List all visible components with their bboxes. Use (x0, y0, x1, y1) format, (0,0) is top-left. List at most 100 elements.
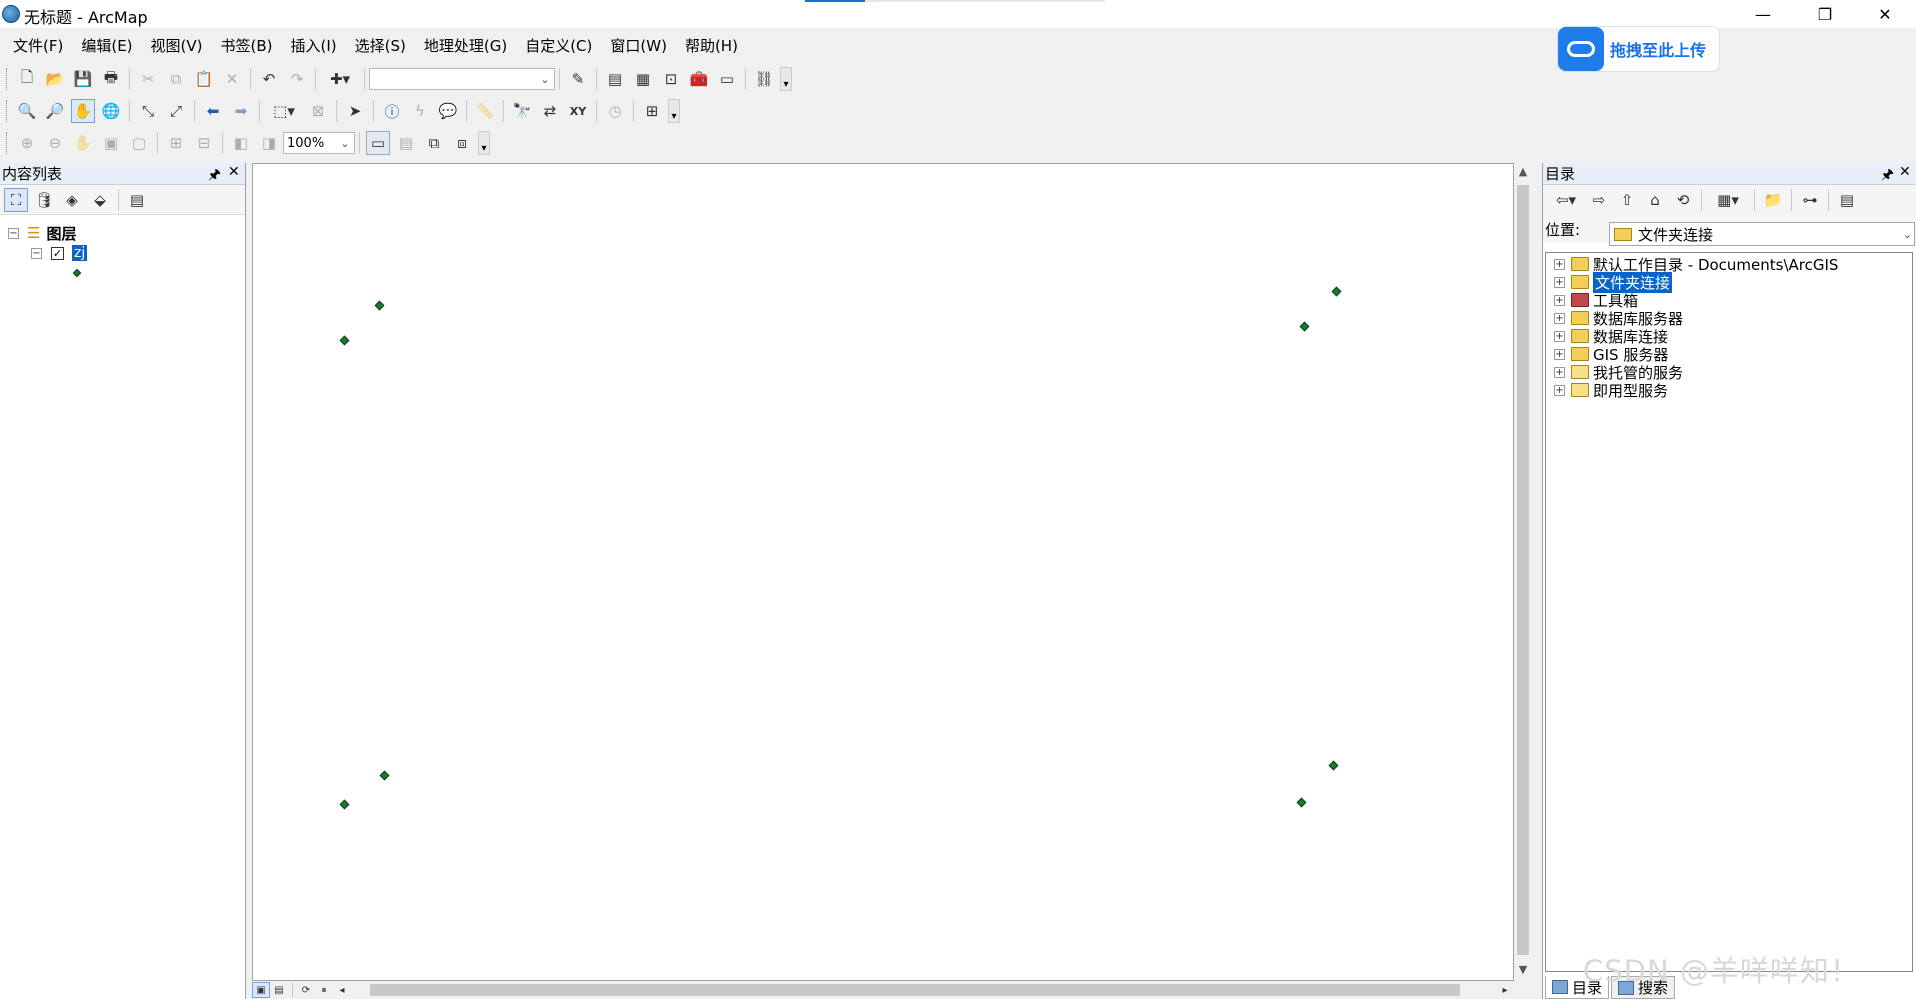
layer-name-label[interactable]: zj (72, 245, 88, 261)
layer-visibility-checkbox[interactable]: ✓ (51, 246, 64, 260)
zoom-in-icon[interactable]: 🔍 (15, 99, 39, 123)
paste-icon[interactable]: 📋 (192, 67, 216, 91)
expand-icon[interactable]: + (1554, 384, 1565, 396)
layout-zoom-in-icon[interactable]: ⊕ (15, 131, 39, 155)
menu-help[interactable]: 帮助(H) (676, 32, 747, 60)
map-point[interactable] (339, 335, 350, 346)
back-icon[interactable]: ⇦▾ (1549, 188, 1583, 212)
menu-insert[interactable]: 插入(I) (282, 32, 346, 60)
pin-icon[interactable]: 🖈 (208, 164, 221, 188)
menu-geoprocessing[interactable]: 地理处理(G) (415, 32, 516, 60)
zoom-100-icon[interactable]: ▢ (127, 131, 151, 155)
table-of-contents-icon[interactable]: ▤ (603, 67, 627, 91)
chevron-down-icon[interactable]: ⌄ (536, 69, 554, 89)
connect-folder-icon[interactable]: 📁 (1761, 188, 1785, 212)
list-by-visibility-icon[interactable]: ◈ (60, 188, 84, 212)
search-window-icon[interactable]: ⊡ (659, 67, 683, 91)
scroll-up-icon[interactable]: ▲ (1514, 165, 1532, 178)
zoom-percent-combo[interactable]: 100% ⌄ (283, 132, 355, 154)
go-to-xy-icon[interactable]: XY (566, 99, 590, 123)
fixed-zoom-in-layout-icon[interactable]: ⊞ (164, 131, 188, 155)
select-features-icon[interactable]: ⬚▾ (266, 99, 302, 123)
catalog-window-icon[interactable]: ▦ (631, 67, 655, 91)
delete-icon[interactable]: ✕ (220, 67, 244, 91)
zoom-whole-page-icon[interactable]: ▣ (99, 131, 123, 155)
html-popup-icon[interactable]: 💬 (436, 99, 460, 123)
map-point[interactable] (374, 300, 385, 311)
toggle-draft-mode-icon[interactable]: ▭ (366, 131, 390, 155)
fixed-zoom-out-layout-icon[interactable]: ⊟ (192, 131, 216, 155)
focus-data-frame-icon[interactable]: ▤ (394, 131, 418, 155)
expand-icon[interactable]: + (1554, 366, 1565, 378)
time-slider-icon[interactable]: ◷ (603, 99, 627, 123)
map-point[interactable] (379, 770, 390, 781)
close-window-button[interactable]: ✕ (1856, 0, 1914, 28)
scroll-down-icon[interactable]: ▼ (1514, 963, 1532, 976)
new-document-icon[interactable]: 🗋 (15, 67, 39, 91)
close-pane-icon[interactable]: ✕ (1899, 164, 1911, 180)
collapse-icon[interactable]: − (8, 227, 19, 239)
clear-selection-icon[interactable]: ⊠ (306, 99, 330, 123)
map-point[interactable] (339, 799, 350, 810)
expand-icon[interactable]: + (1554, 348, 1565, 360)
map-scale-combo[interactable]: ⌄ (369, 68, 555, 90)
menu-windows[interactable]: 窗口(W) (601, 32, 676, 60)
layout-zoom-out-icon[interactable]: ⊖ (43, 131, 67, 155)
layout-pan-icon[interactable]: ✋ (71, 131, 95, 155)
fixed-zoom-out-icon[interactable]: ⤢ (164, 99, 188, 123)
map-point[interactable] (1328, 760, 1339, 771)
close-pane-icon[interactable]: ✕ (228, 164, 240, 180)
location-combo[interactable]: 文件夹连接 ⌄ (1609, 222, 1915, 246)
pause-drawing-icon[interactable]: ⏸ (315, 982, 333, 998)
menu-selection[interactable]: 选择(S) (346, 32, 415, 60)
up-one-level-icon[interactable]: ⇧ (1615, 188, 1639, 212)
layer-row-zj[interactable]: − ✓ zj (31, 243, 88, 263)
restore-button[interactable]: ❐ (1796, 0, 1854, 28)
go-forward-extent-layout-icon[interactable]: ◨ (257, 131, 281, 155)
save-icon[interactable]: 💾 (71, 67, 95, 91)
catalog-options-icon[interactable]: ▤ (1835, 188, 1859, 212)
map-display[interactable] (252, 163, 1514, 981)
expand-icon[interactable]: + (1554, 276, 1565, 288)
identify-icon[interactable]: ⓘ (380, 99, 404, 123)
toolbar-overflow-icon-3[interactable]: ▾ (478, 131, 490, 155)
menu-edit[interactable]: 编辑(E) (72, 32, 141, 60)
scroll-right-icon[interactable]: ▸ (1496, 982, 1514, 998)
expand-icon[interactable]: + (1554, 312, 1565, 324)
pan-icon[interactable]: ✋ (71, 99, 95, 123)
python-window-icon[interactable]: ▭ (715, 67, 739, 91)
views-icon[interactable]: ▦▾ (1708, 188, 1748, 212)
home-icon[interactable]: ⌂ (1643, 188, 1667, 212)
collapse-icon[interactable]: − (31, 247, 42, 259)
tree-view-icon[interactable]: ⊶ (1798, 188, 1822, 212)
hyperlink-icon[interactable]: ϟ (408, 99, 432, 123)
data-view-icon[interactable]: ▣ (252, 982, 270, 998)
catalog-item[interactable]: + 即用型服务 (1554, 380, 1668, 400)
toggle-contents-icon[interactable]: ⟲ (1671, 188, 1695, 212)
find-icon[interactable]: 🔭 (510, 99, 534, 123)
upload-drop-button[interactable]: 拖拽至此上传 (1557, 26, 1720, 72)
expand-icon[interactable]: + (1554, 330, 1565, 342)
change-layout-icon[interactable]: ⧉ (422, 131, 446, 155)
open-folder-icon[interactable]: 📂 (43, 67, 67, 91)
back-extent-icon[interactable]: ⬅ (201, 99, 225, 123)
create-viewer-window-icon[interactable]: ⊞ (640, 99, 664, 123)
zoom-out-icon[interactable]: 🔎 (43, 99, 67, 123)
pin-icon[interactable]: 🖈 (1881, 164, 1894, 188)
select-elements-icon[interactable]: ➤ (343, 99, 367, 123)
layout-view-icon[interactable]: ▤ (270, 982, 288, 998)
find-route-icon[interactable]: ⇄ (538, 99, 562, 123)
fixed-zoom-in-icon[interactable]: ⤡ (136, 99, 160, 123)
layers-group-row[interactable]: − ☰ 图层 (8, 223, 76, 243)
measure-icon[interactable]: 📏 (473, 99, 497, 123)
point-symbol-icon[interactable] (72, 268, 82, 278)
toolbar-overflow-icon-2[interactable]: ▾ (668, 99, 680, 123)
expand-icon[interactable]: + (1554, 294, 1565, 306)
map-point[interactable] (1331, 286, 1342, 297)
data-driven-pages-icon[interactable]: ⧈ (450, 131, 474, 155)
horizontal-scroll-thumb[interactable] (370, 984, 1460, 996)
menu-view[interactable]: 视图(V) (142, 32, 212, 60)
copy-icon[interactable]: ⧉ (164, 67, 188, 91)
editor-toolbar-icon[interactable]: ✎ (566, 67, 590, 91)
cut-icon[interactable]: ✂ (136, 67, 160, 91)
